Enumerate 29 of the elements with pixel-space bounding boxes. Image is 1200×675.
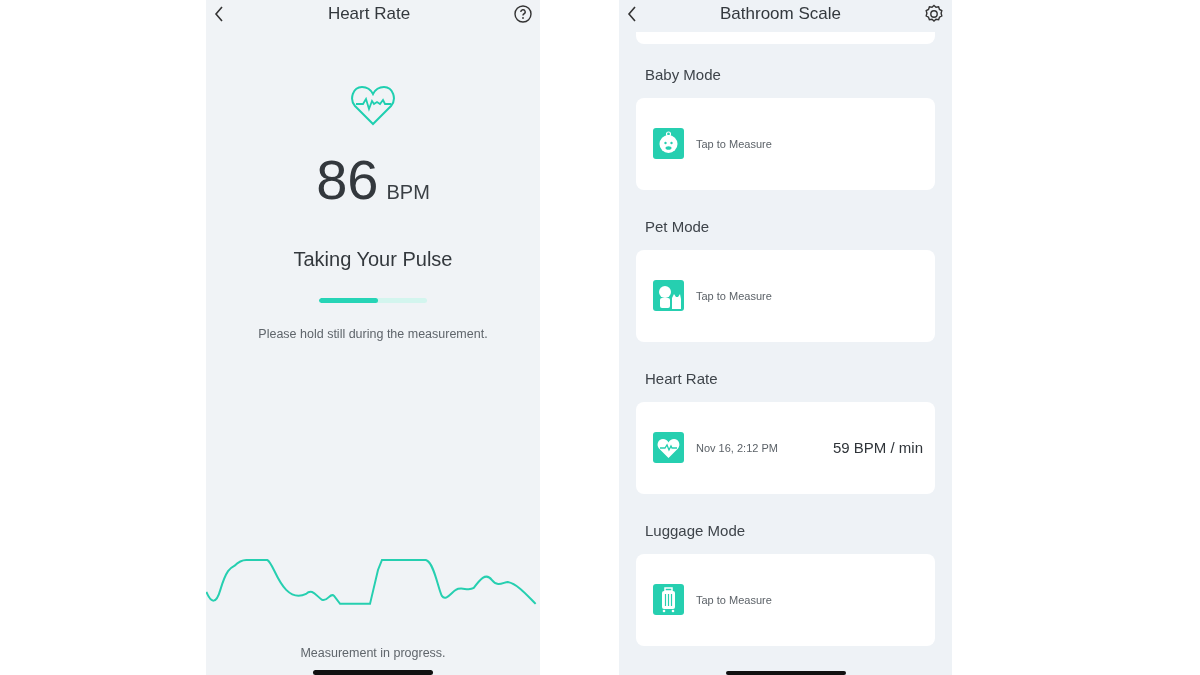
measure-card[interactable]: Tap to Measure — [636, 249, 935, 342]
screen-title: Bathroom Scale — [720, 3, 841, 26]
suitcase-icon — [653, 584, 684, 616]
baby-face-icon — [653, 128, 684, 160]
back-icon[interactable] — [214, 6, 224, 22]
dog-and-cat-icon — [653, 280, 684, 312]
measure-date: Nov 16, 2:12 PM — [696, 440, 778, 456]
measure-card[interactable]: Nov 16, 2:12 PM 59 BPM / min — [636, 401, 935, 494]
screen-title: Heart Rate — [327, 3, 411, 26]
bpm-reading: 86 — [316, 151, 379, 208]
heart-pulse-icon — [653, 432, 684, 464]
back-icon[interactable] — [627, 6, 637, 22]
section-title: Heart Rate — [645, 368, 718, 389]
section-title: Pet Mode — [645, 216, 710, 237]
section-title: Baby Mode — [645, 64, 721, 85]
settings-icon[interactable] — [924, 4, 944, 24]
heart-pulse-icon — [350, 83, 396, 126]
tap-to-measure-text: Tap to Measure — [696, 592, 772, 608]
status-title: Taking Your Pulse — [293, 247, 453, 270]
help-icon[interactable] — [514, 5, 532, 23]
hint-text: Please hold still during the measurement. — [258, 326, 488, 341]
section-title: Luggage Mode — [645, 520, 746, 541]
measure-card[interactable]: Tap to Measure — [636, 97, 935, 190]
bpm-unit: BPM — [386, 179, 430, 205]
heart-rate-value: 59 BPM / min — [832, 437, 923, 458]
footer-text: Measurement in progress. — [300, 646, 446, 660]
tap-to-measure-text: Tap to Measure — [696, 136, 772, 152]
tap-to-measure-text: Tap to Measure — [696, 288, 772, 304]
measure-card[interactable]: Tap to Measure — [636, 553, 935, 646]
